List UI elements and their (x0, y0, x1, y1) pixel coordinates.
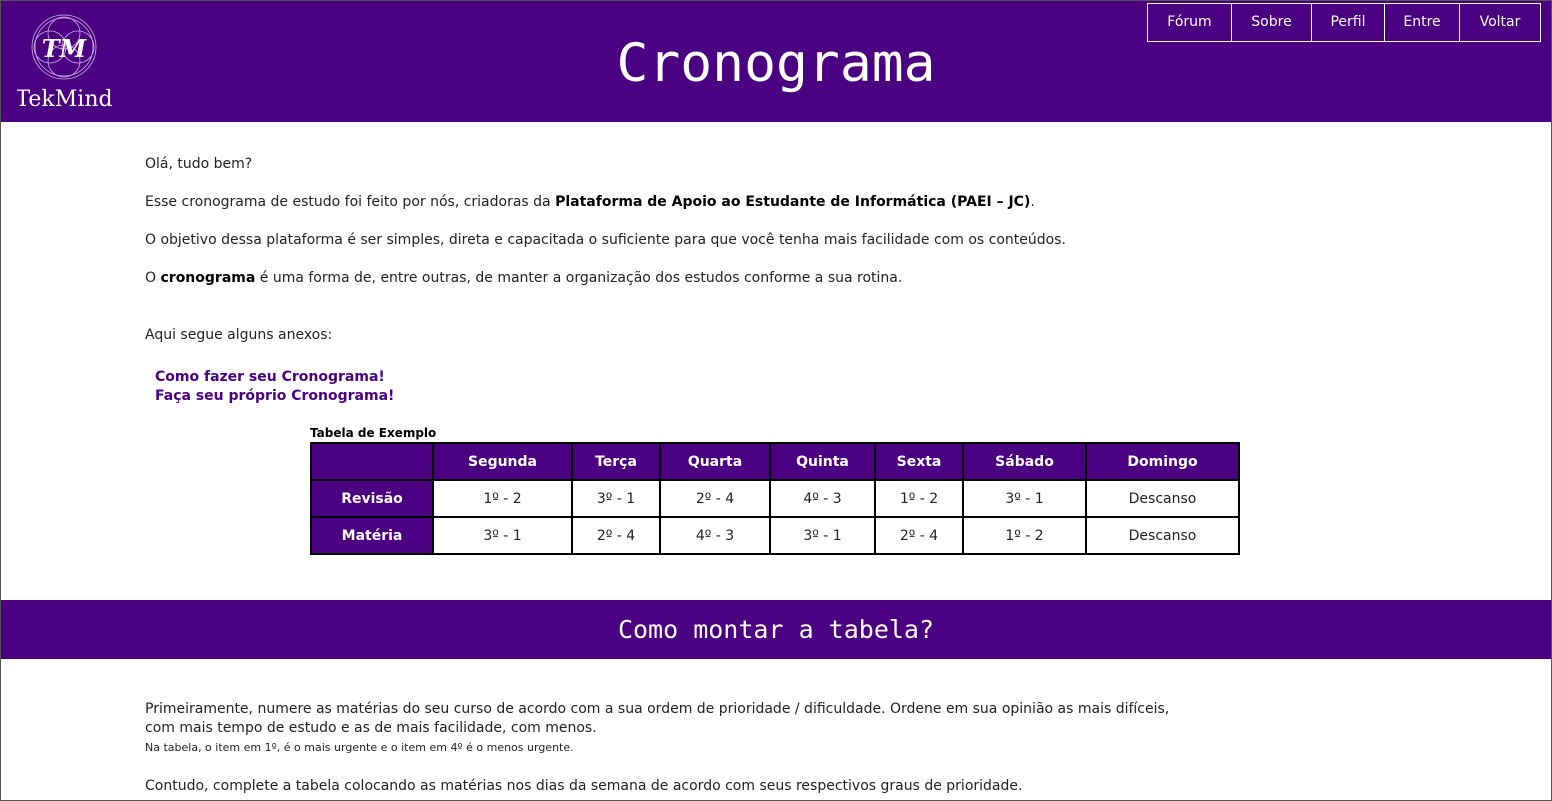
table-cell: 3º - 1 (432, 516, 573, 555)
intro-p4-start: O (145, 270, 161, 286)
nav-voltar[interactable]: Voltar (1459, 4, 1540, 41)
table-cell: 2º - 4 (571, 516, 661, 555)
nav-perfil[interactable]: Perfil (1311, 4, 1384, 41)
table-cell: 3º - 1 (769, 516, 876, 555)
greeting-text: Olá, tudo bem? (145, 156, 253, 172)
instruction-note: Na tabela, o item em 1º, é o mais urgent… (145, 741, 574, 754)
top-nav: Fórum Sobre Perfil Entre Voltar (1147, 3, 1541, 42)
intro-p4-text: é uma forma de, entre outras, de manter … (255, 270, 903, 286)
nav-entre[interactable]: Entre (1384, 4, 1459, 41)
table-cell: Descanso (1085, 479, 1240, 518)
table-row: Matéria 3º - 1 2º - 4 4º - 3 3º - 1 2º -… (310, 516, 1240, 555)
annex-links: Como fazer seu Cronograma! Faça seu próp… (155, 368, 394, 406)
table-cell: 2º - 4 (659, 479, 771, 518)
logo-name: TekMind (17, 87, 112, 111)
cronograma-keyword: cronograma (160, 270, 256, 286)
intro-p2-end: . (1030, 194, 1035, 210)
table-cell: 3º - 1 (962, 479, 1087, 518)
table-cell: 1º - 2 (874, 479, 964, 518)
intro-paragraph-cronograma: O cronograma é uma forma de, entre outra… (145, 270, 902, 286)
instruction-line-1: Primeiramente, numere as matérias do seu… (145, 701, 1170, 717)
table-header-row: Segunda Terça Quarta Quinta Sexta Sábado… (310, 442, 1240, 481)
nav-sobre[interactable]: Sobre (1231, 4, 1311, 41)
annex-label: Aqui segue alguns anexos: (145, 327, 333, 343)
schedule-table: Segunda Terça Quarta Quinta Sexta Sábado… (310, 442, 1240, 555)
table-header-cell: Segunda (432, 442, 573, 481)
table-header-cell: Quarta (659, 442, 771, 481)
table-cell: 1º - 2 (432, 479, 573, 518)
instruction-line-2: com mais tempo de estudo e as de mais fa… (145, 720, 597, 736)
table-header-cell: Terça (571, 442, 661, 481)
instruction-paragraph-2: Contudo, complete a tabela colocando as … (145, 778, 1023, 794)
intro-paragraph-objective: O objetivo dessa plataforma é ser simple… (145, 232, 1066, 248)
section-title: Como montar a tabela? (617, 615, 935, 644)
table-row: Revisão 1º - 2 3º - 1 2º - 4 4º - 3 1º -… (310, 479, 1240, 518)
table-cell: 4º - 3 (769, 479, 876, 518)
site-header: TM TekMind Cronograma Fórum Sobre Perfil… (1, 1, 1551, 122)
row-label: Revisão (310, 479, 434, 518)
table-header-cell: Quinta (769, 442, 876, 481)
table-header-cell: Domingo (1085, 442, 1240, 481)
table-cell: 1º - 2 (962, 516, 1087, 555)
table-cell: 3º - 1 (571, 479, 661, 518)
nav-forum[interactable]: Fórum (1148, 4, 1231, 41)
table-cell: 4º - 3 (659, 516, 771, 555)
table-caption: Tabela de Exemplo (310, 426, 437, 440)
section-banner: Como montar a tabela? (1, 600, 1551, 659)
table-cell: Descanso (1085, 516, 1240, 555)
intro-p2-text: Esse cronograma de estudo foi feito por … (145, 194, 556, 210)
table-header-cell (310, 442, 434, 481)
page-title: Cronograma (616, 33, 936, 94)
instructions-section: Primeiramente, numere as matérias do seu… (145, 700, 1235, 794)
table-header-cell: Sexta (874, 442, 964, 481)
platform-name: Plataforma de Apoio ao Estudante de Info… (555, 194, 1031, 210)
row-label: Matéria (310, 516, 434, 555)
table-header-cell: Sábado (962, 442, 1087, 481)
table-cell: 2º - 4 (874, 516, 964, 555)
intro-paragraph-platform: Esse cronograma de estudo foi feito por … (145, 194, 1035, 210)
link-como-fazer[interactable]: Como fazer seu Cronograma! (155, 368, 394, 387)
link-faca-seu[interactable]: Faça seu próprio Cronograma! (155, 387, 394, 406)
